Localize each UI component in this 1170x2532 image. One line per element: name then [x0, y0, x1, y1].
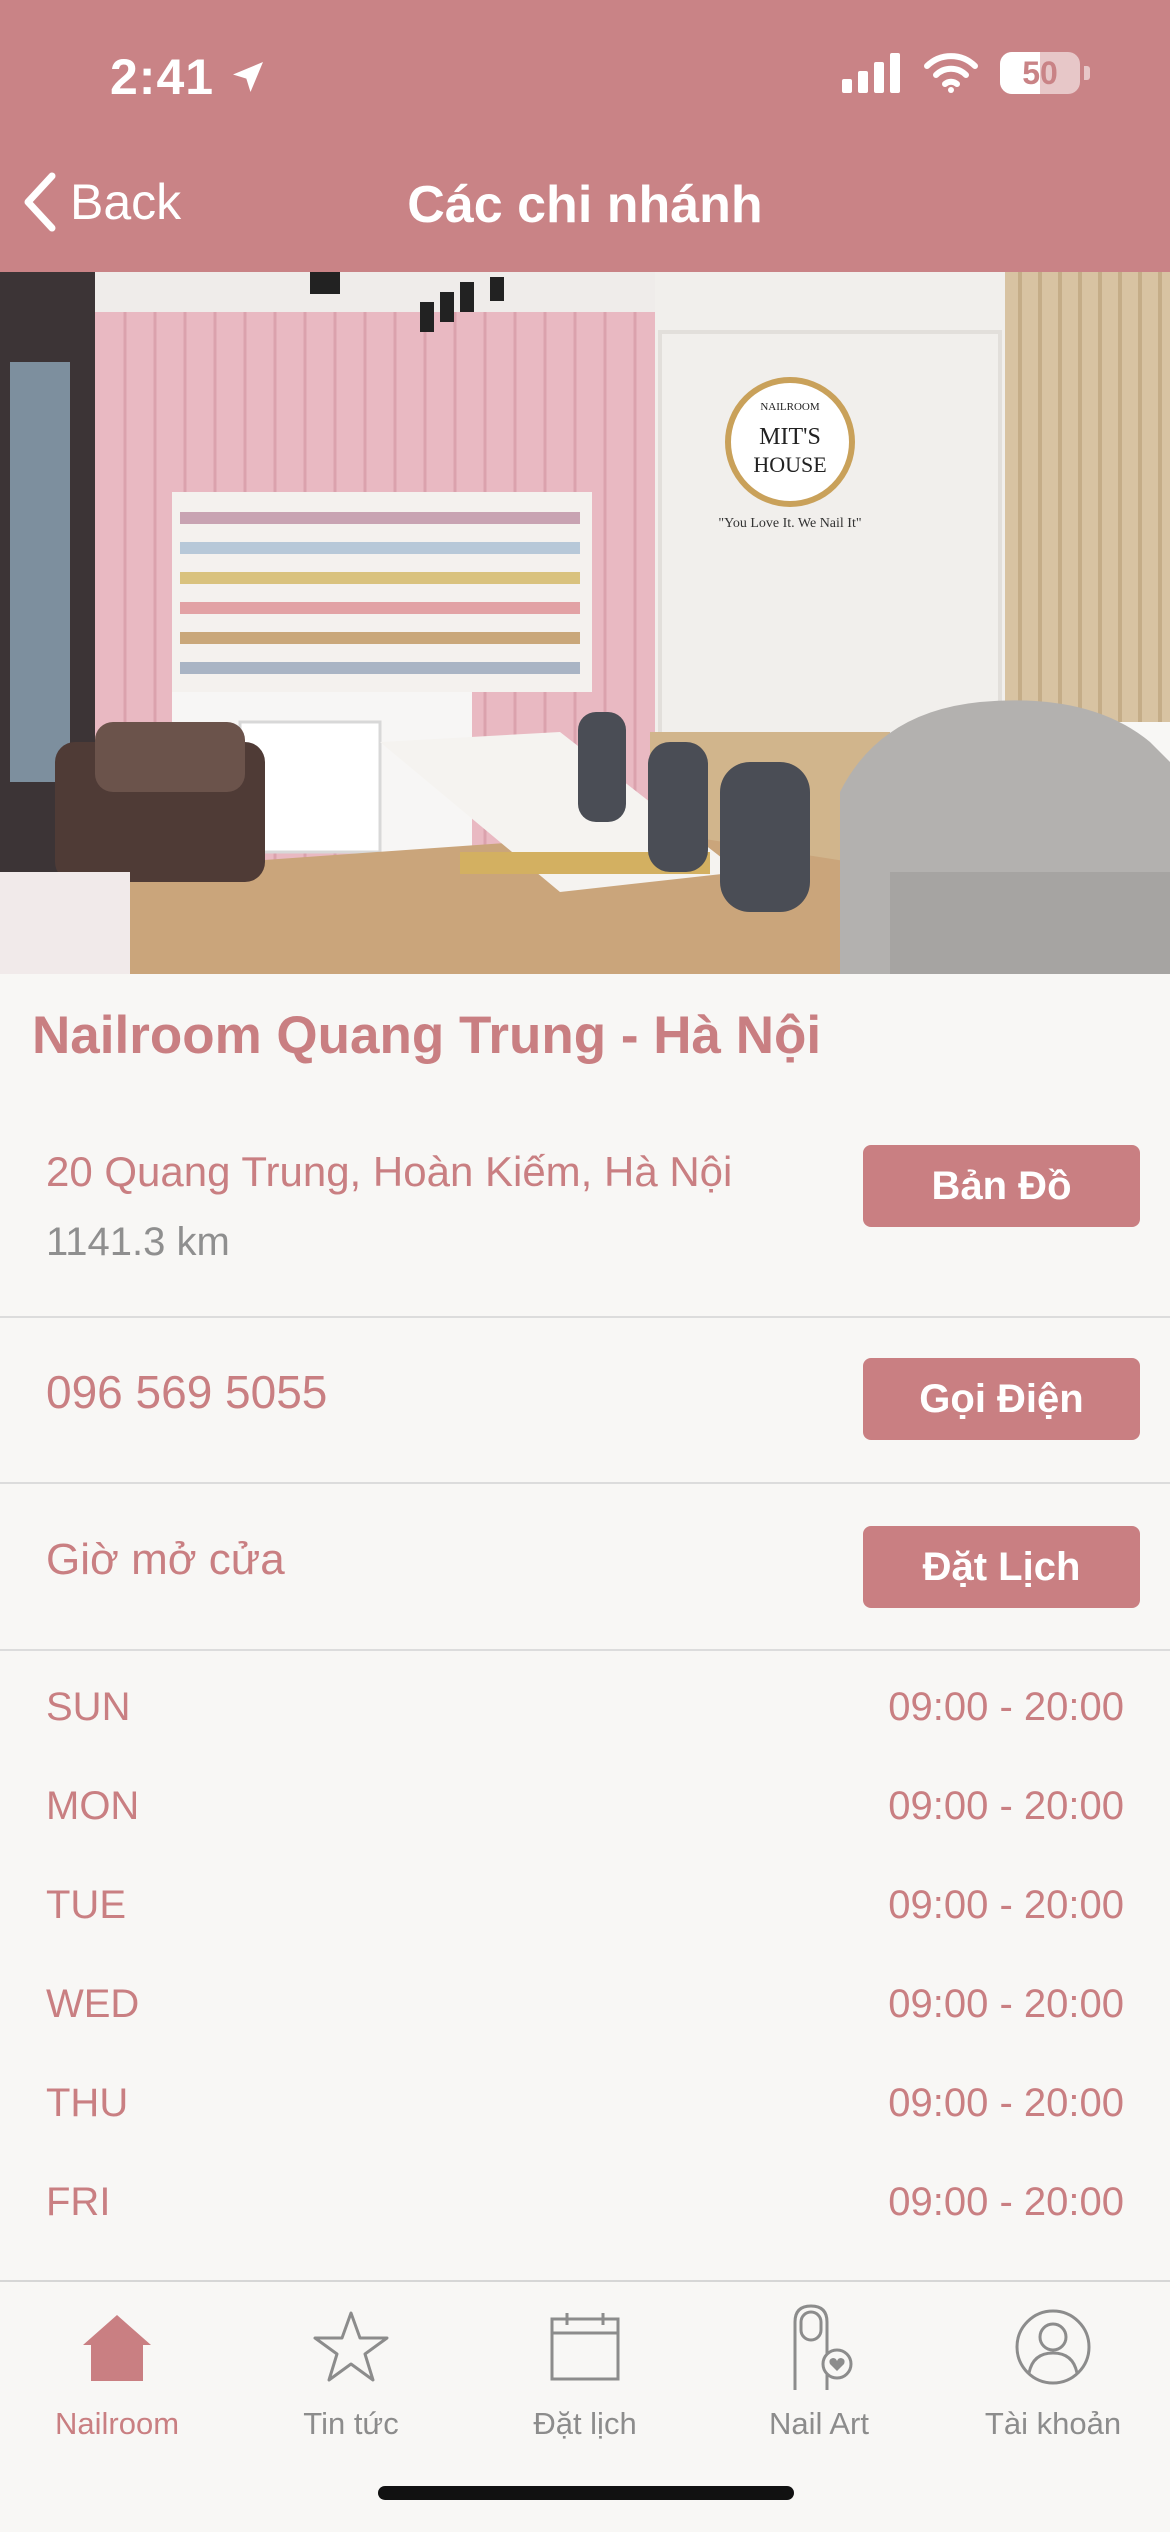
- tab-label: Đặt lịch: [533, 2406, 637, 2441]
- salon-interior-image: NAILROOM MIT'S HOUSE "You Love It. We Na…: [0, 272, 1170, 974]
- branch-address: 20 Quang Trung, Hoàn Kiếm, Hà Nội: [46, 1148, 733, 1195]
- page-title: Các chi nhánh: [407, 176, 763, 234]
- hours-row: TUE 09:00 - 20:00: [0, 1883, 1170, 1943]
- tab-label: Tài khoản: [984, 2406, 1122, 2441]
- wifi-icon: [924, 53, 978, 93]
- hours-row: SUN 09:00 - 20:00: [0, 1685, 1170, 1745]
- battery-icon: 50: [1000, 52, 1080, 94]
- battery-level: 50: [1022, 54, 1058, 91]
- tab-account[interactable]: Tài khoản: [936, 2302, 1170, 2452]
- book-button[interactable]: Đặt Lịch: [863, 1526, 1140, 1608]
- battery-tip: [1084, 66, 1090, 80]
- hours-day: WED: [46, 1982, 140, 2026]
- branch-phone[interactable]: 096 569 5055: [46, 1365, 327, 1419]
- hours-row: MON 09:00 - 20:00: [0, 1784, 1170, 1844]
- signal-icon: [842, 53, 900, 93]
- hours-day: FRI: [46, 2180, 111, 2224]
- branch-name: Nailroom Quang Trung - Hà Nội: [32, 1006, 822, 1065]
- branch-distance: 1141.3 km: [46, 1220, 230, 1264]
- tab-nailroom[interactable]: Nailroom: [0, 2302, 234, 2452]
- divider: [0, 1649, 1170, 1651]
- tab-label: Nailroom: [54, 2406, 180, 2441]
- status-indicators: 50: [842, 52, 1090, 94]
- tab-label: Nail Art: [769, 2406, 869, 2441]
- hours-day: THU: [46, 2081, 129, 2125]
- calendar-icon: [550, 2313, 620, 2381]
- call-button[interactable]: Gọi Điện: [863, 1358, 1140, 1440]
- logo-text-2: MIT'S: [759, 424, 821, 450]
- status-time: 2:41: [110, 48, 268, 106]
- account-icon: [1015, 2309, 1091, 2385]
- tab-label: Tin tức: [303, 2406, 399, 2441]
- hours-time: 09:00 - 20:00: [888, 2180, 1124, 2224]
- hours-row: THU 09:00 - 20:00: [0, 2081, 1170, 2141]
- divider: [0, 1482, 1170, 1484]
- logo-text-3: HOUSE: [753, 452, 826, 477]
- nail-icon: [793, 2304, 853, 2390]
- logo-text-1: NAILROOM: [760, 401, 819, 413]
- hours-day: SUN: [46, 1685, 131, 1729]
- home-icon: [83, 2315, 151, 2381]
- hours-row: FRI 09:00 - 20:00: [0, 2180, 1170, 2240]
- hours-time: 09:00 - 20:00: [888, 1883, 1124, 1927]
- hours-day: TUE: [46, 1883, 126, 1927]
- home-indicator[interactable]: [378, 2486, 794, 2500]
- tab-news[interactable]: Tin tức: [234, 2302, 468, 2452]
- map-button[interactable]: Bản Đồ: [863, 1145, 1140, 1227]
- top-bar: 2:41 50 Back Các chi nhánh: [0, 0, 1170, 272]
- location-arrow-icon: [233, 62, 264, 92]
- tab-booking[interactable]: Đặt lịch: [468, 2302, 702, 2452]
- hours-time: 09:00 - 20:00: [888, 2081, 1124, 2125]
- hours-time: 09:00 - 20:00: [888, 1784, 1124, 1828]
- opening-hours-label: Giờ mở cửa: [46, 1535, 285, 1584]
- divider: [0, 1316, 1170, 1318]
- tab-nail-art[interactable]: Nail Art: [702, 2302, 936, 2452]
- hours-time: 09:00 - 20:00: [888, 1982, 1124, 2026]
- hours-row: WED 09:00 - 20:00: [0, 1982, 1170, 2042]
- clock: 2:41: [110, 49, 215, 105]
- logo-slogan: "You Love It. We Nail It": [718, 516, 861, 531]
- branch-photo: NAILROOM MIT'S HOUSE "You Love It. We Na…: [0, 272, 1170, 974]
- star-icon: [313, 2311, 389, 2382]
- hours-time: 09:00 - 20:00: [888, 1685, 1124, 1729]
- hours-day: MON: [46, 1784, 140, 1828]
